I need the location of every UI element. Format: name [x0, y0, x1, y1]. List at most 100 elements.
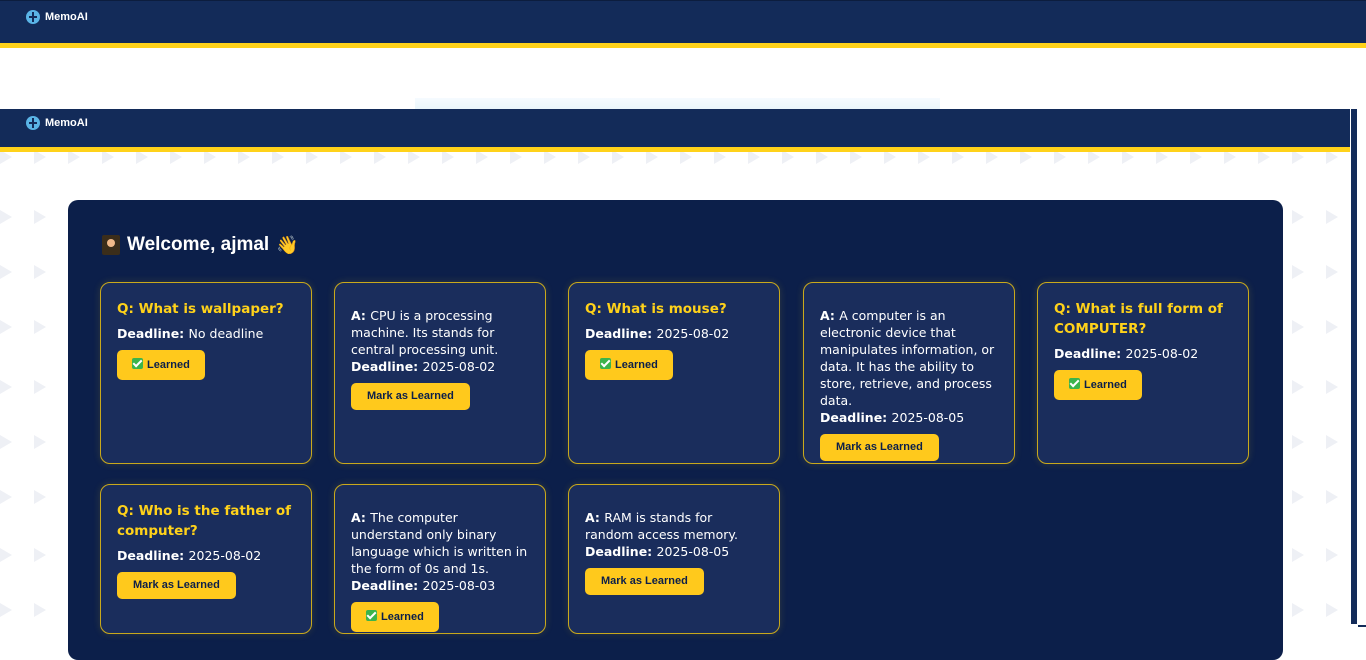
answer-text: A: RAM is stands for random access memor…: [585, 510, 738, 542]
pattern-triangle: [1224, 150, 1236, 164]
welcome-heading: Welcome, ajmal 👋: [102, 234, 299, 256]
pattern-triangle: [1326, 548, 1338, 562]
answer-label: A:: [585, 510, 605, 525]
mark-as-learned-button[interactable]: Mark as Learned: [820, 434, 939, 461]
pattern-triangle: [1292, 150, 1304, 164]
deadline-label: Deadline:: [585, 544, 657, 559]
deadline-label: Deadline:: [820, 410, 892, 425]
question-text: Q: Who is the father of computer?: [117, 503, 292, 539]
pattern-triangle: [1292, 380, 1304, 394]
deadline-text: Deadline: 2025-08-02: [585, 326, 730, 341]
scrollbar-tick: [1358, 625, 1366, 627]
pattern-triangle: [374, 150, 386, 164]
flashcard: A: The computer understand only binary l…: [334, 484, 546, 634]
learned-button[interactable]: Learned: [117, 350, 205, 380]
pattern-triangle: [102, 150, 114, 164]
pattern-triangle: [1292, 548, 1304, 562]
pattern-triangle: [816, 150, 828, 164]
pattern-triangle: [0, 548, 12, 562]
pattern-triangle: [0, 265, 12, 279]
brain-icon: [26, 10, 40, 24]
mark-as-learned-button[interactable]: Mark as Learned: [351, 383, 470, 410]
pattern-triangle: [1292, 265, 1304, 279]
checkmark-icon: [366, 610, 377, 621]
question-text: Q: What is full form of COMPUTER?: [1054, 301, 1223, 337]
checkmark-icon: [600, 358, 611, 369]
brand-name: MemoAI: [45, 11, 88, 23]
mark-as-learned-button[interactable]: Mark as Learned: [585, 568, 704, 595]
pattern-triangle: [408, 150, 420, 164]
pattern-triangle: [1054, 150, 1066, 164]
checkmark-icon: [1069, 378, 1080, 389]
learned-button[interactable]: Learned: [351, 602, 439, 632]
person-emoji-icon: [102, 235, 120, 255]
pattern-triangle: [850, 150, 862, 164]
pattern-triangle: [204, 150, 216, 164]
flashcard: A: A computer is an electronic device th…: [803, 282, 1015, 464]
flashcard: Q: What is wallpaper? Deadline: No deadli…: [100, 282, 312, 464]
navbar: MemoAI: [0, 109, 1350, 152]
pattern-triangle: [272, 150, 284, 164]
pattern-triangle: [1020, 150, 1032, 164]
flashcard: Q: What is full form of COMPUTER? Deadlin…: [1037, 282, 1249, 464]
pattern-triangle: [34, 150, 46, 164]
pattern-triangle: [1326, 265, 1338, 279]
pattern-triangle: [612, 150, 624, 164]
deadline-label: Deadline:: [117, 326, 189, 341]
pattern-triangle: [1326, 210, 1338, 224]
pattern-triangle: [1326, 150, 1338, 164]
pattern-triangle: [1326, 435, 1338, 449]
flashcard: Q: What is mouse? Deadline: 2025-08-02 Lea…: [568, 282, 780, 464]
deadline-label: Deadline:: [117, 548, 189, 563]
pattern-triangle: [0, 320, 12, 334]
pattern-triangle: [884, 150, 896, 164]
pattern-triangle: [34, 435, 46, 449]
flashcard: A: RAM is stands for random access memor…: [568, 484, 780, 634]
deadline-text: Deadline: No deadline: [117, 326, 264, 341]
pattern-triangle: [238, 150, 250, 164]
pattern-triangle: [0, 603, 12, 617]
brain-icon: [26, 116, 40, 130]
pattern-triangle: [0, 210, 12, 224]
pattern-triangle: [1326, 490, 1338, 504]
pattern-triangle: [1258, 150, 1270, 164]
pattern-triangle: [510, 150, 522, 164]
learned-button[interactable]: Learned: [1054, 370, 1142, 400]
deadline-label: Deadline:: [351, 578, 423, 593]
brand-logo[interactable]: MemoAI: [26, 10, 88, 24]
deadline-text: Deadline: 2025-08-02: [117, 548, 262, 563]
pattern-triangle: [68, 150, 80, 164]
pattern-triangle: [340, 150, 352, 164]
mark-as-learned-button[interactable]: Mark as Learned: [117, 572, 236, 599]
learned-button[interactable]: Learned: [585, 350, 673, 380]
pattern-triangle: [918, 150, 930, 164]
deadline-text: Deadline: 2025-08-05: [820, 410, 965, 425]
brand-logo[interactable]: MemoAI: [26, 116, 88, 130]
dashboard-panel: Welcome, ajmal 👋 Q: What is wallpaper? De…: [68, 200, 1283, 660]
pattern-triangle: [0, 490, 12, 504]
pattern-triangle: [1292, 603, 1304, 617]
pattern-triangle: [0, 380, 12, 394]
answer-label: A:: [351, 510, 371, 525]
pattern-triangle: [680, 150, 692, 164]
scrollbar-track[interactable]: [1351, 109, 1357, 624]
pattern-triangle: [1326, 603, 1338, 617]
pattern-triangle: [34, 603, 46, 617]
pattern-triangle: [748, 150, 760, 164]
pattern-triangle: [646, 150, 658, 164]
pattern-triangle: [0, 150, 12, 164]
deadline-label: Deadline:: [1054, 346, 1126, 361]
pattern-triangle: [1326, 380, 1338, 394]
pattern-triangle: [34, 548, 46, 562]
pattern-triangle: [170, 150, 182, 164]
pattern-triangle: [1156, 150, 1168, 164]
answer-label: A:: [351, 308, 371, 323]
pattern-triangle: [1292, 435, 1304, 449]
deadline-text: Deadline: 2025-08-03: [351, 578, 496, 593]
pattern-triangle: [0, 435, 12, 449]
pattern-triangle: [476, 150, 488, 164]
pattern-triangle: [442, 150, 454, 164]
pattern-triangle: [136, 150, 148, 164]
pattern-triangle: [1326, 320, 1338, 334]
waving-hand-icon: 👋: [276, 234, 299, 255]
